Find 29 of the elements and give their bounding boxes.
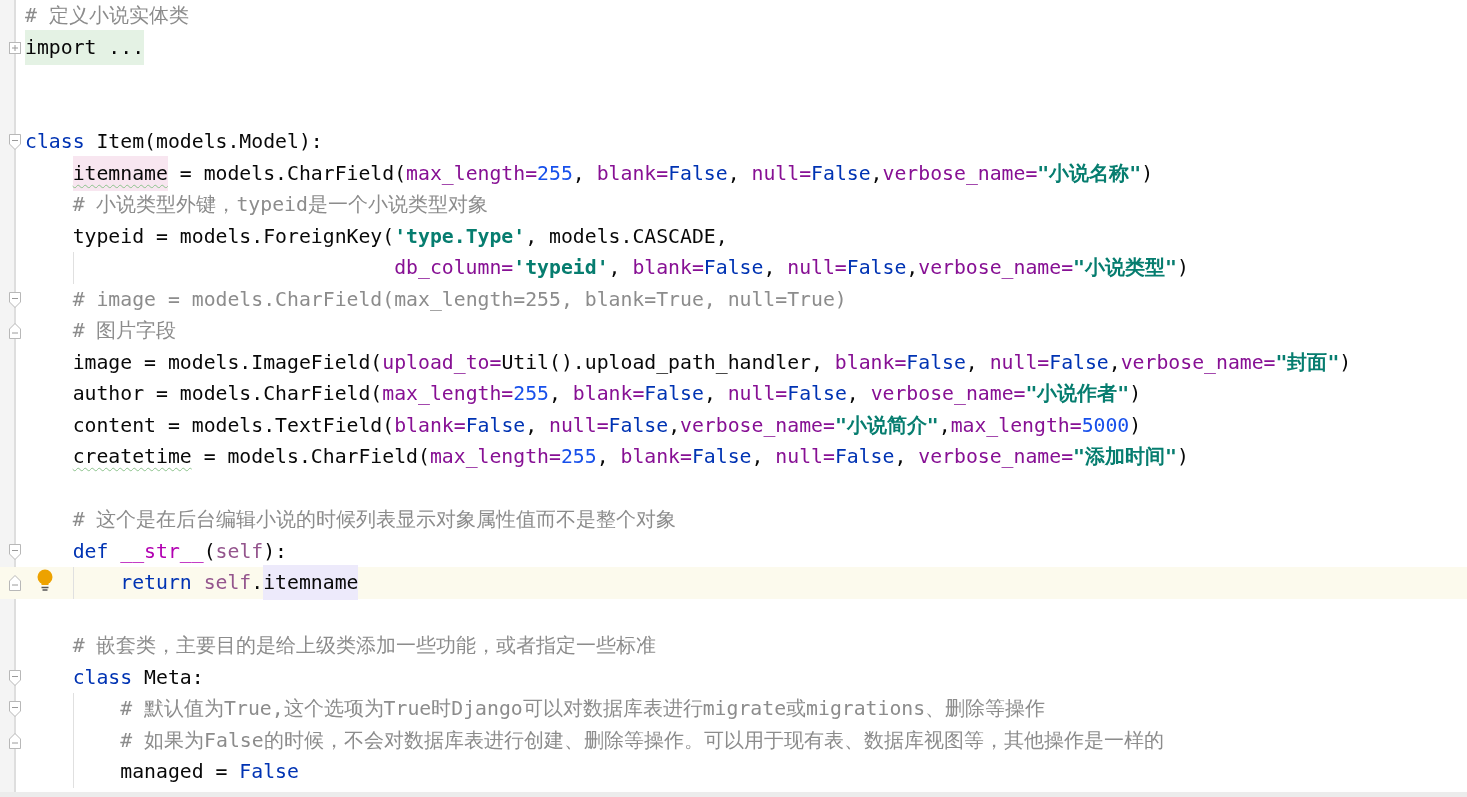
fold-icon[interactable] <box>8 542 22 561</box>
fold-icon[interactable] <box>8 322 22 340</box>
code-line: typeid = models.ForeignKey('type.Type', models.CASCADE, <box>72 223 728 250</box>
code-line: managed = False <box>120 759 299 785</box>
code-comment: # 嵌套类，主要目的是给上级类添加一些功能，或者指定一些标准 <box>72 633 657 659</box>
code-line: return self.itemname <box>120 567 359 599</box>
code-comment: # 这个是在后台编辑小说的时候列表显示对象属性值而不是整个对象 <box>72 507 677 533</box>
code-line: content = models.TextField(blank=False, null=False,verbose_name="小说简介",max_length=5000) <box>72 412 1142 439</box>
code-comment: # 小说类型外键，typeid是一个小说类型对象 <box>72 192 488 218</box>
code-line: itemname = models.CharField(max_length=255, blank=False, null=False,verbose_name="小说名称") <box>72 157 1154 189</box>
code-line: createtime = models.CharField(max_length=255, blank=False, null=False, verbose_name="添加时间") <box>72 444 1189 470</box>
code-comment: # 定义小说实体类 <box>25 3 189 29</box>
code-line: class Item(models.Model): <box>25 129 323 155</box>
code-line: image = models.ImageField(upload_to=Util().upload_path_handler, blank=False, null=False,verbose_name="封面") <box>72 349 1352 376</box>
code-comment: # image = models.CharField(max_length=255, blank=True, null=True) <box>72 286 847 313</box>
code-comment: # 图片字段 <box>72 318 177 344</box>
fold-icon[interactable] <box>8 668 22 687</box>
code-line: class Meta: <box>72 664 204 691</box>
fold-icon[interactable] <box>8 731 22 750</box>
fold-icon[interactable] <box>8 290 22 309</box>
fold-icon[interactable] <box>8 700 22 718</box>
code-comment: # 默认值为True,这个选项为True时Django可以对数据库表进行migrate或migrations、删除等操作 <box>120 696 1046 722</box>
lightbulb-icon[interactable] <box>37 569 53 593</box>
code-line: db_column='typeid', blank=False, null=False,verbose_name="小说类型") <box>393 255 1189 281</box>
code-line: def __str__(self): <box>72 538 288 565</box>
fold-icon[interactable] <box>8 133 22 151</box>
fold-icon[interactable] <box>8 574 22 592</box>
code-line: author = models.CharField(max_length=255, blank=False, null=False, verbose_name="小说作者") <box>72 381 1142 407</box>
code-comment: # 如果为False的时候，不会对数据库表进行创建、删除等操作。可以用于现有表、数据库视图等，其他操作是一样的 <box>120 727 1164 754</box>
